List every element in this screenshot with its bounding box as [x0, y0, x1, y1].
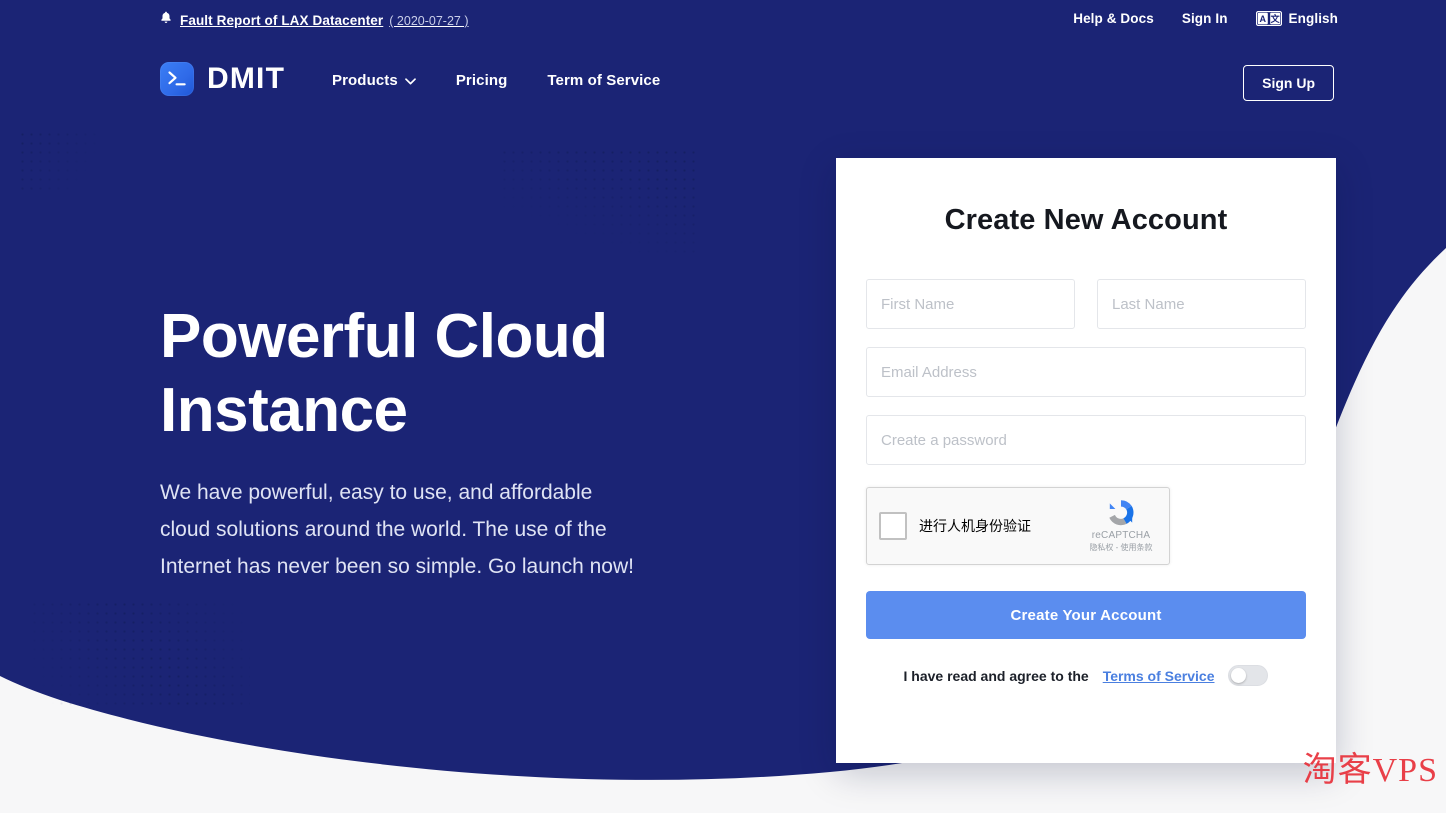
language-selector[interactable]: A 文 English: [1255, 11, 1338, 26]
create-account-button[interactable]: Create Your Account: [866, 591, 1306, 639]
translate-icon: A 文: [1255, 11, 1282, 26]
page-root: Fault Report of LAX Datacenter ( 2020-07…: [0, 0, 1446, 813]
nav-links: Products Pricing Term of Service: [332, 72, 660, 89]
recaptcha-logo-icon: [1083, 497, 1159, 529]
nav-pricing[interactable]: Pricing: [456, 72, 508, 89]
hero-heading: Powerful Cloud Instance: [160, 302, 608, 445]
terms-agreement-row: I have read and agree to the Terms of Se…: [866, 665, 1306, 686]
brand-name: DMIT: [207, 62, 286, 95]
signup-card: Create New Account 进行人机身份验证: [836, 158, 1336, 763]
hero-section: Powerful Cloud Instance We have powerful…: [160, 300, 720, 585]
svg-text:文: 文: [1269, 13, 1280, 25]
brand-logo[interactable]: DMIT: [160, 62, 285, 96]
watermark: 淘客VPS: [1302, 752, 1438, 789]
language-label: English: [1288, 11, 1338, 26]
name-fields-row: [866, 279, 1306, 329]
last-name-input[interactable]: [1097, 279, 1306, 329]
hero-paragraph: We have powerful, easy to use, and affor…: [160, 481, 634, 578]
recaptcha-label: 进行人机身份验证: [919, 518, 1031, 534]
notice-date: ( 2020-07-27 ): [389, 14, 469, 28]
sign-up-button[interactable]: Sign Up: [1243, 65, 1334, 101]
notice-title: Fault Report of LAX Datacenter: [180, 13, 384, 28]
card-title: Create New Account: [944, 204, 1228, 236]
terminal-logo-icon: [160, 62, 194, 96]
top-announcement-bar: Fault Report of LAX Datacenter ( 2020-07…: [0, 0, 1446, 46]
bell-icon: [160, 11, 172, 27]
first-name-input[interactable]: [866, 279, 1075, 329]
terms-toggle[interactable]: [1228, 665, 1269, 686]
sign-in-link[interactable]: Sign In: [1182, 11, 1228, 26]
recaptcha-legal-text: 隐私权 - 使用条款: [1089, 543, 1153, 552]
password-input[interactable]: [866, 415, 1306, 465]
nav-products-label: Products: [332, 72, 398, 89]
nav-products[interactable]: Products: [332, 72, 416, 89]
recaptcha-brand-text: reCAPTCHA: [1091, 530, 1151, 541]
help-and-docs-link[interactable]: Help & Docs: [1073, 11, 1154, 26]
terms-text: I have read and agree to the: [903, 667, 1089, 684]
recaptcha-branding: reCAPTCHA 隐私权 - 使用条款: [1083, 497, 1159, 553]
fault-report-notice[interactable]: Fault Report of LAX Datacenter ( 2020-07…: [160, 11, 469, 28]
main-navigation: DMIT Products Pricing Term of Service Si…: [0, 52, 1446, 114]
chevron-down-icon: [404, 72, 416, 89]
terms-toggle-knob: [1231, 668, 1247, 683]
top-nav-right: Help & Docs Sign In A 文 English: [1073, 11, 1338, 26]
svg-text:A: A: [1259, 14, 1266, 24]
recaptcha-widget[interactable]: 进行人机身份验证 reCAPTCHA 隐私权 - 使用条款: [866, 487, 1170, 565]
email-input[interactable]: [866, 347, 1306, 397]
terms-of-service-link[interactable]: Terms of Service: [1103, 668, 1215, 684]
recaptcha-checkbox[interactable]: [879, 512, 907, 540]
nav-term-of-service[interactable]: Term of Service: [547, 72, 660, 89]
